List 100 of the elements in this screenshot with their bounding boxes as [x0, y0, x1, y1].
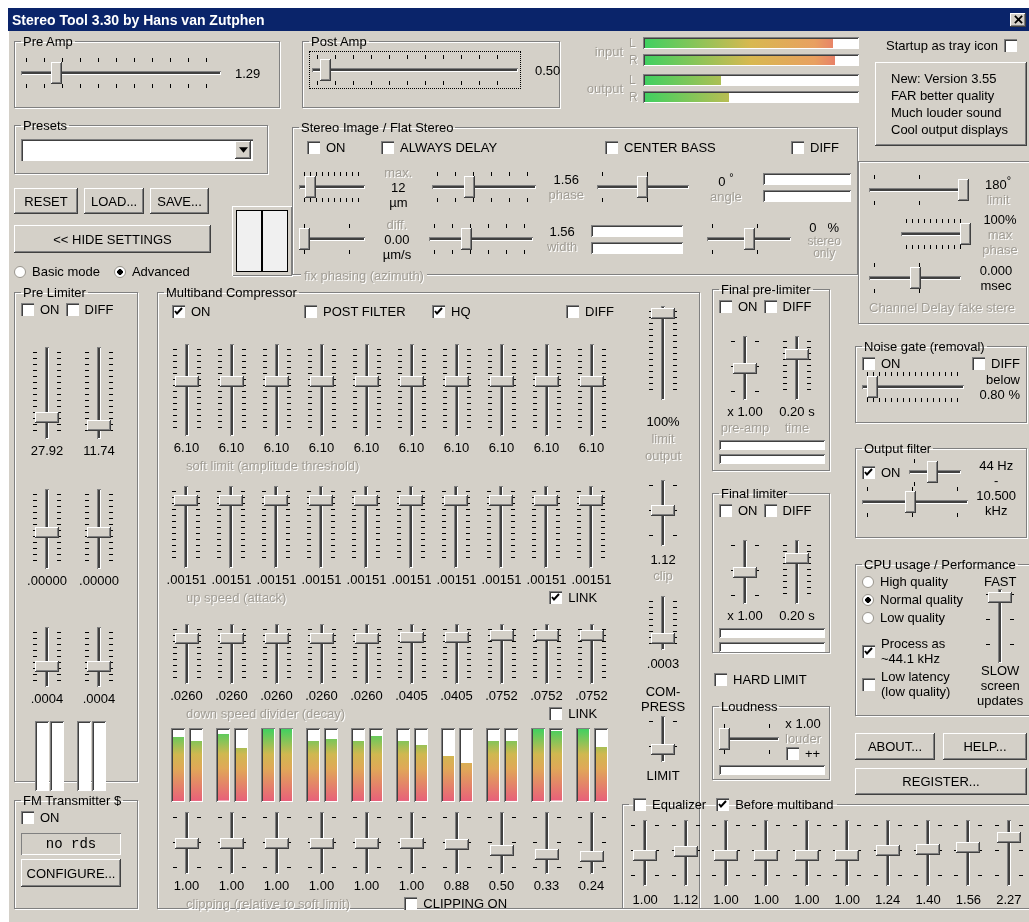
checkbox[interactable]: ON — [862, 464, 901, 480]
hide-settings-button[interactable]: << HIDE SETTINGS — [14, 225, 211, 253]
checkbox[interactable]: ON — [307, 139, 346, 155]
slider-thumb[interactable] — [264, 494, 289, 506]
slider-thumb[interactable] — [299, 228, 310, 250]
slider-thumb[interactable] — [673, 846, 698, 858]
slider-thumb[interactable] — [785, 553, 809, 565]
slider-thumb[interactable] — [174, 376, 199, 388]
slider-thumb[interactable] — [794, 850, 819, 862]
slider-thumb[interactable] — [309, 837, 334, 849]
quality-radio[interactable]: Normal quality — [862, 592, 972, 607]
slider-thumb[interactable] — [875, 844, 900, 856]
slider-thumb[interactable] — [309, 376, 334, 388]
slider-thumb[interactable] — [87, 661, 111, 673]
slider-thumb[interactable] — [444, 631, 469, 643]
slider-thumb[interactable] — [174, 837, 199, 849]
slider-thumb[interactable] — [904, 491, 916, 513]
slider-thumb[interactable] — [489, 494, 514, 506]
slider-thumb[interactable] — [87, 526, 111, 538]
quality-radio[interactable]: Low quality — [862, 610, 972, 625]
slider-thumb[interactable] — [733, 362, 757, 374]
checkbox[interactable]: DIFF — [972, 356, 1020, 371]
slider-thumb[interactable] — [719, 727, 730, 750]
slider-thumb[interactable] — [489, 845, 514, 857]
checkbox[interactable]: ON — [172, 304, 211, 319]
slider-thumb[interactable] — [534, 848, 559, 860]
file-button[interactable]: SAVE... — [150, 188, 209, 214]
slider-thumb[interactable] — [651, 632, 676, 644]
slider-thumb[interactable] — [960, 223, 971, 245]
quality-radio[interactable]: High quality — [862, 574, 972, 589]
hard-limit-checkbox[interactable]: HARD LIMIT — [714, 672, 807, 687]
file-button[interactable]: RESET — [14, 188, 78, 214]
slider-thumb[interactable] — [579, 494, 604, 506]
slider-thumb[interactable] — [637, 176, 649, 198]
slider-thumb[interactable] — [461, 228, 473, 250]
slider-thumb[interactable] — [579, 629, 604, 641]
slider-thumb[interactable] — [651, 307, 676, 319]
checkbox[interactable]: DIFF — [763, 299, 812, 314]
slider-thumb[interactable] — [988, 592, 1013, 604]
checkbox[interactable]: Before multiband — [716, 797, 834, 812]
slider-thumb[interactable] — [733, 566, 757, 578]
mode-radio[interactable]: Basic mode — [14, 264, 100, 279]
slider-thumb[interactable] — [264, 837, 289, 849]
slider-thumb[interactable] — [489, 629, 514, 641]
slider-thumb[interactable] — [51, 62, 63, 84]
slider-thumb[interactable] — [354, 376, 379, 388]
slider-thumb[interactable] — [651, 744, 676, 755]
slider-thumb[interactable] — [354, 632, 379, 644]
slider-thumb[interactable] — [579, 376, 604, 388]
slider-thumb[interactable] — [956, 842, 981, 853]
checkbox[interactable]: ++ — [785, 746, 821, 761]
slider-thumb[interactable] — [926, 461, 938, 483]
slider-thumb[interactable] — [399, 494, 424, 506]
link-checkbox[interactable]: LINK — [549, 589, 598, 605]
mode-radio[interactable]: Advanced — [113, 264, 190, 279]
slider-thumb[interactable] — [87, 419, 111, 431]
slider-thumb[interactable] — [464, 176, 476, 198]
slider-thumb[interactable] — [534, 629, 559, 641]
slider-thumb[interactable] — [916, 843, 941, 855]
checkbox[interactable]: CLIPPING ON — [404, 895, 508, 911]
slider-thumb[interactable] — [35, 526, 59, 538]
about-button[interactable]: ABOUT... — [855, 733, 935, 760]
slider-thumb[interactable] — [579, 850, 604, 862]
link-checkbox[interactable]: LINK — [549, 705, 598, 721]
checkbox[interactable]: CENTER BASS — [605, 139, 716, 155]
help-button[interactable]: HELP... — [943, 733, 1027, 760]
slider-thumb[interactable] — [633, 850, 658, 862]
slider-thumb[interactable] — [444, 494, 469, 506]
slider-thumb[interactable] — [444, 376, 469, 388]
equalizer-checkbox[interactable]: Equalizer — [633, 797, 707, 812]
presets-dropdown[interactable] — [21, 139, 253, 161]
slider-thumb[interactable] — [319, 59, 331, 81]
slider-thumb[interactable] — [996, 832, 1021, 844]
slider-thumb[interactable] — [219, 632, 244, 644]
slider-thumb[interactable] — [399, 837, 424, 849]
news-button[interactable]: New: Version 3.55 FAR better quality Much louder sound Cool output displays — [875, 62, 1027, 146]
slider-thumb[interactable] — [399, 376, 424, 388]
slider-thumb[interactable] — [835, 850, 860, 862]
slider-thumb[interactable] — [219, 494, 244, 506]
slider-thumb[interactable] — [354, 494, 379, 506]
checkbox[interactable]: ON — [719, 299, 758, 314]
slider-thumb[interactable] — [399, 631, 424, 643]
slider-thumb[interactable] — [866, 376, 878, 398]
checkbox[interactable]: ALWAYS DELAY — [381, 139, 498, 155]
slider-thumb[interactable] — [35, 661, 59, 673]
slider-thumb[interactable] — [219, 837, 244, 849]
checkbox[interactable]: DIFF — [566, 304, 614, 319]
slider-thumb[interactable] — [35, 411, 59, 423]
checkbox[interactable]: ON — [21, 302, 60, 317]
slider-thumb[interactable] — [534, 376, 559, 388]
slider-thumb[interactable] — [785, 349, 809, 361]
tray-checkbox[interactable]: Startup as tray icon — [886, 38, 1017, 53]
slider-thumb[interactable] — [354, 837, 379, 849]
slider-thumb[interactable] — [489, 376, 514, 388]
checkbox[interactable]: DIFF — [763, 503, 812, 518]
slider-thumb[interactable] — [219, 376, 244, 388]
slider-thumb[interactable] — [754, 850, 779, 862]
checkbox[interactable]: Low latency (low quality) — [862, 669, 972, 699]
configure-button[interactable]: CONFIGURE... — [21, 859, 121, 887]
slider-thumb[interactable] — [534, 494, 559, 506]
